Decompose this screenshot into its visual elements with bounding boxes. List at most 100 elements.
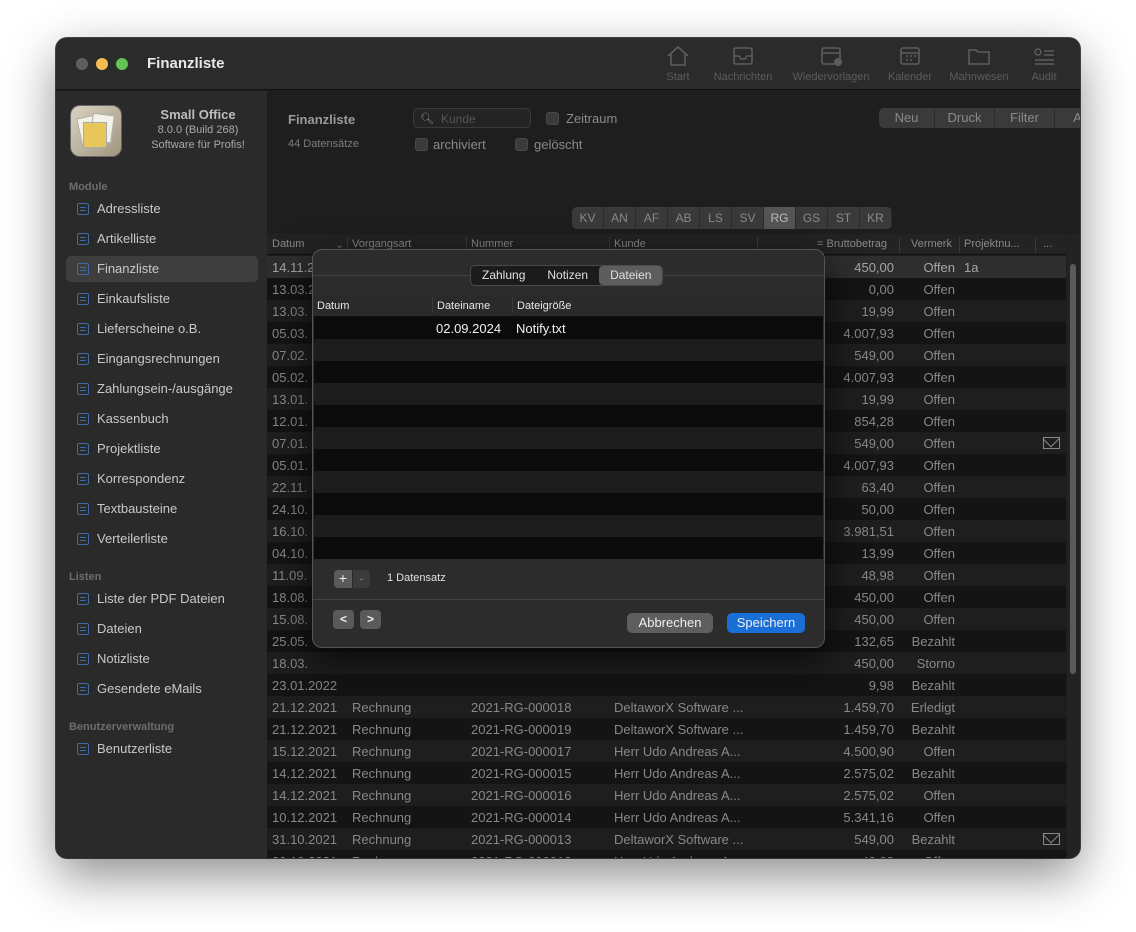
sidebar-item-adressliste[interactable]: Adressliste xyxy=(66,196,258,222)
filter-af-button[interactable]: AF xyxy=(636,207,668,229)
tab-dateien[interactable]: Dateien xyxy=(599,266,663,285)
col-file-datum[interactable]: Datum xyxy=(317,300,349,312)
table-row[interactable]: 14.12.2021 Rechnung 2021-RG-000015 Herr Udo… xyxy=(267,762,1066,784)
sidebar-item-notizliste[interactable]: Notizliste xyxy=(66,646,258,672)
scrollbar-thumb[interactable] xyxy=(1070,264,1076,674)
toolbar-wiedervorlagen-button[interactable]: Wiedervorlagen xyxy=(786,44,876,88)
sidebar-item-artikelliste[interactable]: Artikelliste xyxy=(66,226,258,252)
sidebar-item-korrespondenz[interactable]: Korrespondenz xyxy=(66,466,258,492)
filter-gs-button[interactable]: GS xyxy=(796,207,828,229)
list-icon xyxy=(77,443,89,455)
file-row[interactable] xyxy=(314,537,823,559)
sidebar-item-benutzerliste[interactable]: Benutzerliste xyxy=(66,736,258,762)
cell-kunde: Herr Udo Andreas A... xyxy=(614,854,754,858)
remove-file-button[interactable]: - xyxy=(352,570,370,588)
cancel-button[interactable]: Abbrechen xyxy=(627,613,713,633)
file-row[interactable] xyxy=(314,339,823,361)
table-row[interactable]: 23.01.2022 9,98 Bezahlt xyxy=(267,674,1066,696)
sidebar-item-zahlungsein-ausgänge[interactable]: Zahlungsein-/ausgänge xyxy=(66,376,258,402)
file-row[interactable] xyxy=(314,383,823,405)
table-row[interactable]: 30.10.2021 Rechnung 2021-RG-000012 Herr Udo… xyxy=(267,850,1066,858)
table-row[interactable]: 14.12.2021 Rechnung 2021-RG-000016 Herr Udo… xyxy=(267,784,1066,806)
cell-betrag: 2.575,02 xyxy=(843,788,894,803)
archiviert-checkbox[interactable] xyxy=(415,138,428,151)
add-file-button[interactable]: + xyxy=(334,570,352,588)
table-row[interactable]: 21.12.2021 Rechnung 2021-RG-000018 Deltawor… xyxy=(267,696,1066,718)
table-scrollbar[interactable] xyxy=(1067,234,1080,858)
cell-datum: 23.01.2022 xyxy=(272,678,338,693)
sidebar-item-verteilerliste[interactable]: Verteilerliste xyxy=(66,526,258,552)
col-bruttobetrag[interactable]: = Bruttobetrag xyxy=(817,238,887,250)
filter-ls-button[interactable]: LS xyxy=(700,207,732,229)
alle-button[interactable]: Alle xyxy=(1055,108,1080,128)
col-projektnummer[interactable]: Projektnu... xyxy=(964,238,1020,250)
toolbar-mahnwesen-button[interactable]: Mahnwesen xyxy=(944,44,1014,88)
table-row[interactable]: 31.10.2021 Rechnung 2021-RG-000013 Deltawor… xyxy=(267,828,1066,850)
file-row[interactable] xyxy=(314,405,823,427)
col-datum[interactable]: Datum xyxy=(272,238,304,250)
col-dateigroesse[interactable]: Dateigröße xyxy=(517,300,571,312)
sidebar-item-liste-der-pdf-dateien[interactable]: Liste der PDF Dateien xyxy=(66,586,258,612)
toolbar-start-button[interactable]: Start xyxy=(656,44,700,88)
toolbar-label: Wiedervorlagen xyxy=(792,71,870,83)
sidebar-item-projektliste[interactable]: Projektliste xyxy=(66,436,258,462)
next-record-button[interactable]: > xyxy=(360,610,381,629)
zeitraum-checkbox[interactable] xyxy=(546,112,559,125)
neu-button[interactable]: Neu xyxy=(879,108,935,128)
sidebar-item-gesendete-emails[interactable]: Gesendete eMails xyxy=(66,676,258,702)
search-field[interactable]: 🔍︎ Kunde xyxy=(413,108,531,128)
sidebar-item-einkaufsliste[interactable]: Einkaufsliste xyxy=(66,286,258,312)
close-window-button[interactable] xyxy=(76,58,88,70)
col-vermerk[interactable]: Vermerk xyxy=(911,238,952,250)
sidebar-item-label: Finanzliste xyxy=(97,261,160,276)
toolbar-kalender-button[interactable]: Kalender xyxy=(882,44,938,88)
filter-button[interactable]: Filter xyxy=(995,108,1055,128)
cell-kunde: Herr Udo Andreas A... xyxy=(614,744,741,759)
filter-kv-button[interactable]: KV xyxy=(572,207,604,229)
sidebar-item-dateien[interactable]: Dateien xyxy=(66,616,258,642)
file-row[interactable] xyxy=(314,449,823,471)
file-row[interactable] xyxy=(314,471,823,493)
table-row[interactable]: 15.12.2021 Rechnung 2021-RG-000017 Herr Udo… xyxy=(267,740,1066,762)
filter-ab-button[interactable]: AB xyxy=(668,207,700,229)
minimize-window-button[interactable] xyxy=(96,58,108,70)
file-row[interactable] xyxy=(314,427,823,449)
tab-zahlung[interactable]: Zahlung xyxy=(471,266,536,285)
tab-notizen[interactable]: Notizen xyxy=(536,266,599,285)
sidebar-item-label: Gesendete eMails xyxy=(97,681,202,696)
druck-button[interactable]: Druck xyxy=(935,108,995,128)
table-row[interactable]: 21.12.2021 Rechnung 2021-RG-000019 Deltawor… xyxy=(267,718,1066,740)
sidebar-item-label: Zahlungsein-/ausgänge xyxy=(97,381,233,396)
filter-sv-button[interactable]: SV xyxy=(732,207,764,229)
table-row[interactable]: 18.03. 450,00 Storno xyxy=(267,652,1066,674)
zoom-window-button[interactable] xyxy=(116,58,128,70)
file-row[interactable] xyxy=(314,493,823,515)
save-button[interactable]: Speichern xyxy=(727,613,805,633)
col-more[interactable]: ... xyxy=(1043,238,1052,250)
sidebar-item-finanzliste[interactable]: Finanzliste xyxy=(66,256,258,282)
toolbar-audit-button[interactable]: Audit xyxy=(1022,44,1066,88)
sidebar-item-kassenbuch[interactable]: Kassenbuch xyxy=(66,406,258,432)
file-row[interactable]: 02.09.2024 Notify.txt xyxy=(314,317,823,339)
sidebar-item-label: Artikelliste xyxy=(97,231,157,246)
cell-datum: 30.10.2021 xyxy=(272,854,346,858)
filter-an-button[interactable]: AN xyxy=(604,207,636,229)
table-row[interactable]: 10.12.2021 Rechnung 2021-RG-000014 Herr Udo… xyxy=(267,806,1066,828)
toolbar-nachrichten-button[interactable]: Nachrichten xyxy=(708,44,778,88)
sidebar-item-label: Verteilerliste xyxy=(97,531,168,546)
previous-record-button[interactable]: < xyxy=(333,610,354,629)
col-dateiname[interactable]: Dateiname xyxy=(437,300,490,312)
file-row[interactable] xyxy=(314,515,823,537)
filter-st-button[interactable]: ST xyxy=(828,207,860,229)
sidebar-item-textbausteine[interactable]: Textbausteine xyxy=(66,496,258,522)
sidebar-item-label: Projektliste xyxy=(97,441,161,456)
filter-rg-button[interactable]: RG xyxy=(764,207,796,229)
cell-datum: 10.12.2021 xyxy=(272,810,338,825)
sidebar-item-lieferscheine-o-b-[interactable]: Lieferscheine o.B. xyxy=(66,316,258,342)
file-row[interactable] xyxy=(314,361,823,383)
geloescht-checkbox[interactable] xyxy=(515,138,528,151)
filter-kr-button[interactable]: KR xyxy=(860,207,892,229)
sidebar-item-eingangsrechnungen[interactable]: Eingangsrechnungen xyxy=(66,346,258,372)
cell-vermerk: Offen xyxy=(923,304,955,319)
file-cell-groesse: Notify.txt xyxy=(516,321,566,336)
